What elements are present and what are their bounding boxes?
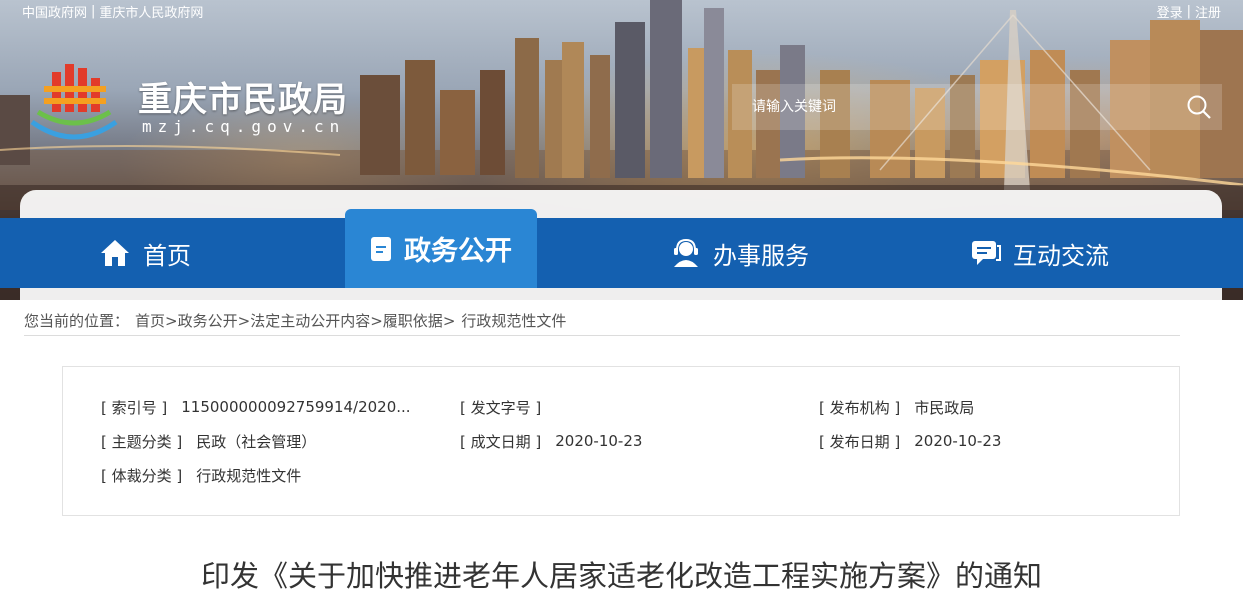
- meta-row: [ 体裁分类 ] 行政规范性文件: [63, 462, 1179, 488]
- document-icon: [371, 236, 391, 261]
- home-icon: [101, 240, 129, 266]
- meta-value: 市民政局: [914, 398, 975, 417]
- service-person-icon: [674, 238, 698, 267]
- meta-label: [ 索引号 ]: [101, 398, 168, 417]
- meta-label: [ 发文字号 ]: [460, 398, 542, 417]
- top-links-right: 登录 | 注册: [1157, 2, 1221, 21]
- meta-row: [ 主题分类 ] 民政（社会管理） [ 成文日期 ] 2020-10-23 [ …: [63, 428, 1179, 454]
- meta-genre: [ 体裁分类 ] 行政规范性文件: [101, 462, 301, 488]
- nav-item-label: 政务公开: [404, 236, 512, 267]
- login-link[interactable]: 登录: [1157, 2, 1183, 21]
- breadcrumb-prefix: 您当前的位置：: [24, 312, 130, 330]
- document-title: 印发《关于加快推进老年人居家适老化改造工程实施方案》的通知: [200, 559, 1042, 593]
- nav-item-label: 首页: [143, 241, 191, 270]
- meta-published-date: [ 发布日期 ] 2020-10-23: [819, 428, 1001, 454]
- nav-item-services[interactable]: 办事服务: [655, 218, 825, 288]
- meta-label: [ 成文日期 ]: [460, 432, 542, 451]
- breadcrumb-item-statutory-disclosure[interactable]: 法定主动公开内容: [250, 310, 370, 331]
- search-button[interactable]: [1176, 84, 1222, 130]
- meta-label: [ 发布日期 ]: [819, 432, 901, 451]
- nav-item-interaction[interactable]: 互动交流: [955, 218, 1125, 288]
- link-divider: |: [1186, 4, 1191, 19]
- search-input[interactable]: [732, 84, 1176, 130]
- breadcrumb-item-duty-basis[interactable]: 履职依据: [383, 310, 443, 331]
- site-logo[interactable]: [24, 62, 124, 142]
- link-divider: |: [91, 4, 96, 19]
- meta-value: 2020-10-23: [555, 432, 643, 450]
- meta-index: [ 索引号 ] 115000000092759914/2020...: [101, 394, 411, 420]
- register-link[interactable]: 注册: [1195, 2, 1221, 21]
- breadcrumb-separator: >: [370, 311, 383, 330]
- meta-topic: [ 主题分类 ] 民政（社会管理）: [101, 428, 316, 454]
- meta-label: [ 发布机构 ]: [819, 398, 901, 417]
- meta-value: 2020-10-23: [914, 432, 1002, 450]
- breadcrumb-item-normative-docs[interactable]: 行政规范性文件: [461, 310, 566, 331]
- meta-value: 行政规范性文件: [196, 466, 302, 485]
- breadcrumb-separator: >: [442, 311, 456, 330]
- meta-doc-number: [ 发文字号 ]: [460, 394, 555, 420]
- search-icon: [1187, 95, 1211, 119]
- search-bar: [732, 84, 1222, 130]
- nav-item-label: 互动交流: [1013, 241, 1109, 270]
- document-meta-box: [ 索引号 ] 115000000092759914/2020... [ 发文字…: [62, 366, 1180, 516]
- site-domain: mzj.cq.gov.cn: [142, 117, 346, 136]
- meta-issuer: [ 发布机构 ] 市民政局: [819, 394, 974, 420]
- meta-row: [ 索引号 ] 115000000092759914/2020... [ 发文字…: [63, 394, 1179, 420]
- meta-value: 115000000092759914/2020...: [181, 398, 411, 416]
- meta-label: [ 体裁分类 ]: [101, 466, 183, 485]
- meta-label: [ 主题分类 ]: [101, 432, 183, 451]
- nav-item-home[interactable]: 首页: [60, 218, 230, 288]
- gov-site-link[interactable]: 中国政府网: [22, 2, 87, 21]
- breadcrumb-item-home[interactable]: 首页: [135, 310, 165, 331]
- chat-icon: [972, 241, 1001, 265]
- top-links-left: 中国政府网 | 重庆市人民政府网: [22, 2, 203, 21]
- site-title: 重庆市民政局: [138, 80, 348, 120]
- meta-created-date: [ 成文日期 ] 2020-10-23: [460, 428, 642, 454]
- breadcrumb: 您当前的位置： 首页 > 政务公开 > 法定主动公开内容 > 履职依据 > 行政…: [24, 306, 1180, 336]
- breadcrumb-separator: >: [165, 311, 178, 330]
- breadcrumb-separator: >: [237, 311, 251, 330]
- meta-value: 民政（社会管理）: [196, 432, 317, 451]
- breadcrumb-item-gov-affairs[interactable]: 政务公开: [178, 310, 238, 331]
- nav-item-gov-affairs[interactable]: 政务公开: [345, 209, 537, 288]
- nav-item-label: 办事服务: [713, 241, 809, 270]
- cq-gov-site-link[interactable]: 重庆市人民政府网: [99, 2, 203, 21]
